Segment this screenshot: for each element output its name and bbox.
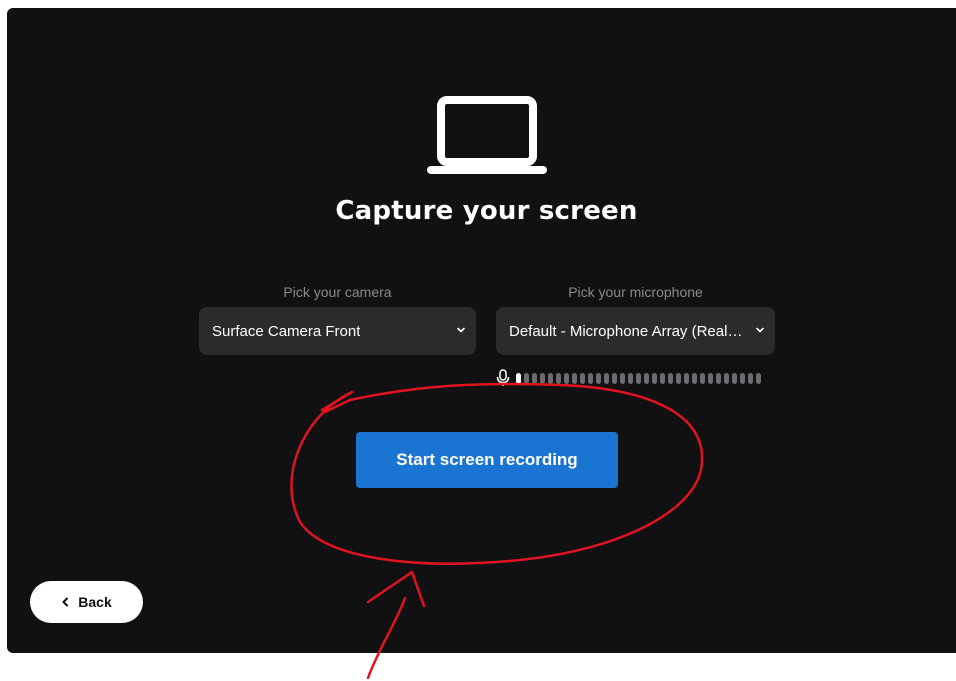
- level-bar: [748, 372, 753, 384]
- level-bar: [732, 372, 737, 384]
- level-bar: [700, 372, 705, 384]
- level-bar: [628, 372, 633, 384]
- level-bar: [612, 372, 617, 384]
- level-bar: [572, 372, 577, 384]
- level-bar: [604, 372, 609, 384]
- microphone-level-meter: [496, 368, 776, 388]
- microphone-label: Pick your microphone: [568, 284, 703, 300]
- chevron-down-icon: [457, 327, 465, 333]
- level-bar: [644, 372, 649, 384]
- level-bar: [588, 372, 593, 384]
- camera-label: Pick your camera: [283, 284, 392, 300]
- level-bar: [660, 372, 665, 384]
- level-bar: [516, 372, 521, 384]
- microphone-select-value: Default - Microphone Array (Realtek(R) A…: [509, 322, 745, 340]
- level-bar: [756, 372, 761, 384]
- level-bar: [668, 372, 673, 384]
- level-bar: [556, 372, 561, 384]
- level-bar: [724, 372, 729, 384]
- level-bar: [580, 372, 585, 384]
- chevron-left-icon: [62, 597, 69, 607]
- back-button[interactable]: Back: [30, 581, 143, 623]
- level-bars: [516, 372, 761, 384]
- level-bar: [692, 372, 697, 384]
- back-button-label: Back: [78, 594, 112, 610]
- level-bar: [596, 372, 601, 384]
- level-bar: [684, 372, 689, 384]
- level-bar: [548, 372, 553, 384]
- laptop-icon: [427, 96, 547, 174]
- level-bar: [636, 372, 641, 384]
- level-bar: [564, 372, 569, 384]
- level-bar: [620, 372, 625, 384]
- level-bar: [676, 372, 681, 384]
- page-title: Capture your screen: [335, 196, 638, 226]
- level-bar: [524, 372, 529, 384]
- level-bar: [652, 372, 657, 384]
- level-bar: [740, 372, 745, 384]
- microphone-select[interactable]: Default - Microphone Array (Realtek(R) A…: [496, 307, 775, 355]
- chevron-down-icon: [756, 327, 764, 333]
- start-screen-recording-button[interactable]: Start screen recording: [356, 432, 618, 488]
- level-bar: [716, 372, 721, 384]
- camera-select-value: Surface Camera Front: [212, 322, 361, 340]
- microphone-icon: [496, 369, 510, 386]
- level-bar: [540, 372, 545, 384]
- level-bar: [532, 372, 537, 384]
- camera-select[interactable]: Surface Camera Front: [199, 307, 476, 355]
- level-bar: [708, 372, 713, 384]
